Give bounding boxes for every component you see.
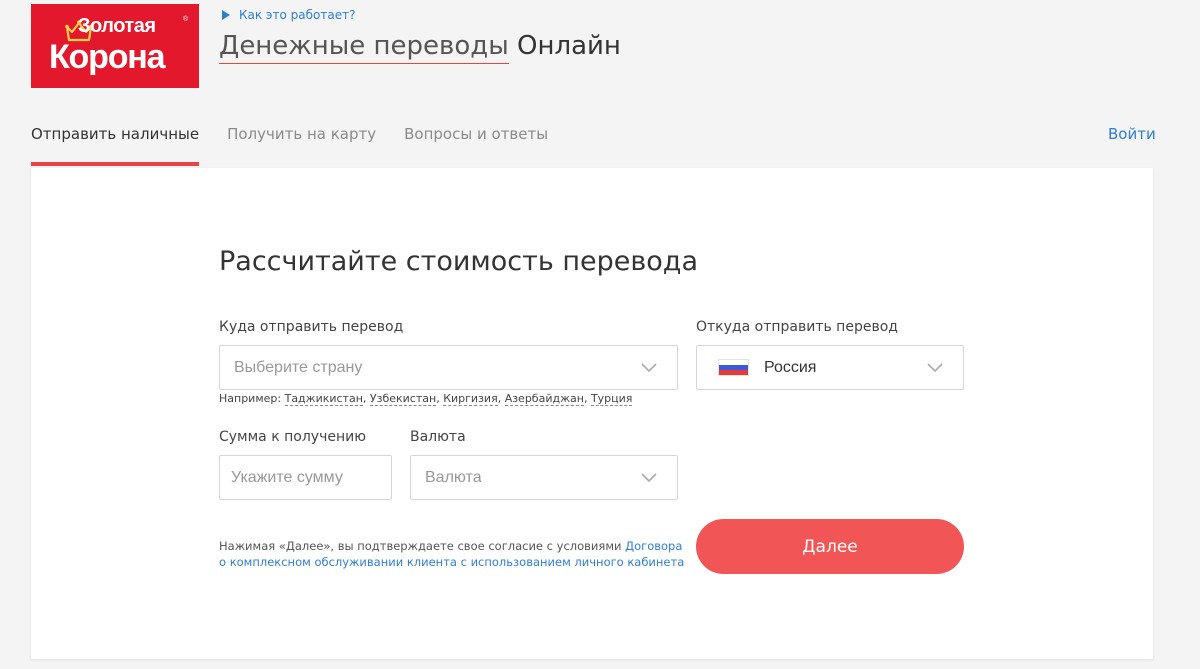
next-button[interactable]: Далее — [696, 519, 964, 574]
examples-prefix: Например: — [219, 392, 282, 405]
logo-text-line1: Золотая — [78, 15, 156, 37]
example-country[interactable]: Таджикистан — [284, 392, 363, 406]
russia-flag-icon — [718, 359, 749, 376]
destination-country-select[interactable]: Выберите страну — [219, 345, 678, 390]
destination-label: Куда отправить перевод — [219, 319, 404, 335]
tab-send-cash[interactable]: Отправить наличные — [31, 124, 200, 166]
how-it-works-link[interactable]: Как это работает? — [222, 7, 355, 23]
example-country[interactable]: Азербайджан — [504, 392, 584, 406]
page-title: Денежные переводы Онлайн — [219, 30, 621, 64]
currency-select[interactable]: Валюта — [410, 455, 678, 500]
tab-receive-to-card[interactable]: Получить на карту — [227, 124, 376, 144]
currency-label: Валюта — [410, 429, 466, 445]
origin-label: Откуда отправить перевод — [696, 319, 898, 335]
origin-country-value: Россия — [764, 358, 817, 376]
agreement-text: Нажимая «Далее», вы подтверждаете свое с… — [219, 538, 689, 570]
page-title-part2: Онлайн — [517, 31, 621, 61]
how-it-works-label: Как это работает? — [239, 8, 356, 22]
example-country[interactable]: Киргизия — [443, 392, 498, 406]
example-country[interactable]: Узбекистан — [369, 392, 437, 406]
calculator-heading: Рассчитайте стоимость перевода — [219, 246, 699, 277]
country-examples: Например: Таджикистан, Узбекистан, Кирги… — [219, 392, 633, 406]
registered-mark: ® — [183, 16, 189, 23]
origin-country-select[interactable]: Россия — [696, 345, 964, 390]
nav-tabs: Отправить наличные Получить на карту Воп… — [31, 124, 576, 166]
tab-faq[interactable]: Вопросы и ответы — [404, 124, 548, 144]
chevron-down-icon — [641, 472, 657, 482]
logo-text-line2: Корона — [49, 38, 166, 76]
amount-label: Сумма к получению — [219, 429, 366, 445]
chevron-down-icon — [927, 362, 943, 372]
calculator-card — [31, 168, 1153, 659]
logo[interactable]: Золотая ® Корона — [31, 4, 199, 88]
amount-input[interactable]: Укажите сумму — [219, 455, 392, 500]
example-country[interactable]: Турция — [590, 392, 633, 406]
page-title-part1: Денежные переводы — [219, 31, 509, 64]
destination-placeholder: Выберите страну — [234, 358, 363, 376]
amount-placeholder: Укажите сумму — [231, 468, 343, 486]
login-link[interactable]: Войти — [1108, 124, 1156, 144]
chevron-down-icon — [641, 362, 657, 372]
agreement-prefix: Нажимая «Далее», вы подтверждаете свое с… — [219, 539, 622, 553]
play-icon — [222, 10, 230, 20]
currency-value: Валюта — [425, 468, 482, 486]
